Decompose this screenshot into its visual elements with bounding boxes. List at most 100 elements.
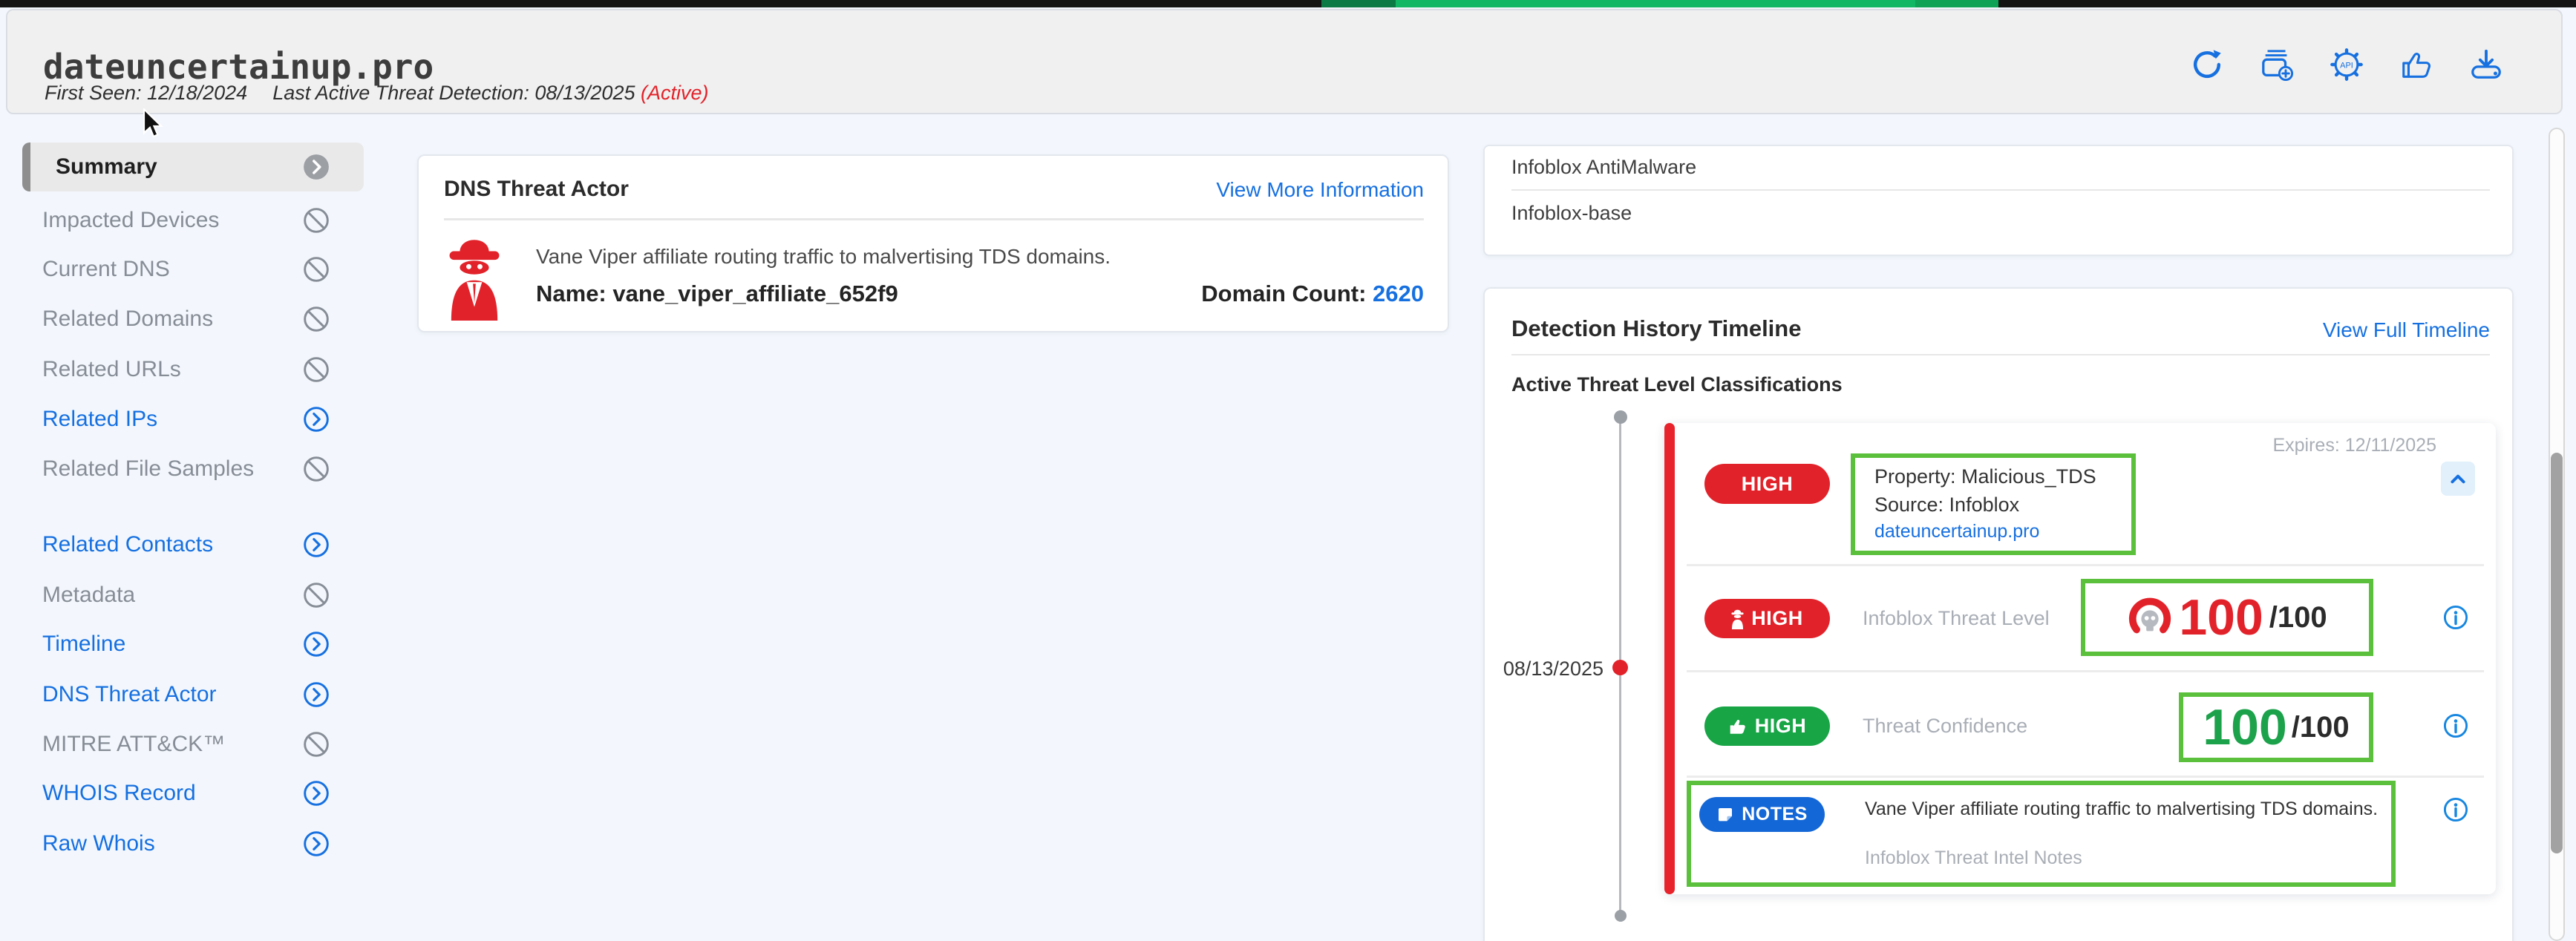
header-actions: API — [2190, 47, 2503, 82]
high-severity-badge: HIGH — [1704, 464, 1830, 504]
sidebar-item-impacted-devices: Impacted Devices — [22, 196, 364, 245]
detection-history-timeline-card: Detection History Timeline View Full Tim… — [1483, 287, 2514, 941]
vertical-scrollbar[interactable] — [2549, 128, 2565, 941]
thumbs-up-icon — [1728, 717, 1748, 736]
threat-actor-name: Name: vane_viper_affiliate_652f9 — [536, 281, 898, 307]
sidebar-item-related-file-samples: Related File Samples — [22, 445, 364, 494]
chevron-right-circle-icon — [302, 405, 330, 433]
dns-threat-actor-card: DNS Threat Actor View More Information V… — [417, 154, 1449, 332]
sidebar-item-timeline[interactable]: Timeline — [22, 620, 364, 669]
timeline-card-title: Detection History Timeline — [1511, 315, 1801, 342]
sidebar-item-raw-whois[interactable]: Raw Whois — [22, 819, 364, 868]
blocked-icon — [302, 305, 330, 333]
divider — [1511, 189, 2490, 191]
domain-header: dateuncertainup.pro First Seen: 12/18/20… — [6, 9, 2563, 114]
notes-text: Vane Viper affiliate routing traffic to … — [1865, 799, 2378, 820]
svg-text:API: API — [2340, 61, 2353, 70]
notes-badge: NOTES — [1699, 797, 1825, 832]
domain-count: Domain Count: 2620 — [1201, 281, 1424, 307]
scrollbar-thumb[interactable] — [2551, 453, 2563, 853]
notes-info-icon[interactable] — [2442, 796, 2469, 823]
domain-link[interactable]: dateuncertainup.pro — [1874, 521, 2131, 542]
sidebar-item-label: Current DNS — [42, 257, 170, 282]
note-icon — [1716, 806, 1734, 824]
sidebar-item-related-ips[interactable]: Related IPs — [22, 395, 364, 444]
property-highlight-box: Property: Malicious_TDS Source: Infoblox… — [1851, 453, 2136, 555]
sidebar-item-whois-record[interactable]: WHOIS Record — [22, 769, 364, 818]
sidebar-item-label: MITRE ATT&CK™ — [42, 732, 225, 757]
badge-label: HIGH — [1742, 473, 1794, 496]
sidebar-item-dns-threat-actor[interactable]: DNS Threat Actor — [22, 670, 364, 719]
sidebar-item-label: Raw Whois — [42, 831, 155, 856]
badge-label: NOTES — [1742, 804, 1808, 825]
add-to-collection-icon — [2260, 47, 2294, 82]
download-button[interactable] — [2469, 47, 2503, 82]
badge-label: HIGH — [1751, 607, 1803, 630]
divider — [1687, 564, 2484, 566]
first-seen-text: First Seen: 12/18/2024 — [45, 82, 247, 104]
skull-gauge-icon — [2127, 594, 2173, 640]
blocked-icon — [302, 206, 330, 235]
refresh-icon — [2190, 47, 2224, 82]
refresh-button[interactable] — [2190, 47, 2224, 82]
chevron-right-circle-icon — [302, 681, 330, 709]
threat-level-label: Infoblox Threat Level — [1863, 607, 2050, 630]
confidence-denominator: /100 — [2292, 711, 2350, 744]
sidebar-item-label: Related IPs — [42, 407, 157, 432]
domain-count-label: Domain Count: — [1201, 281, 1366, 306]
api-settings-button[interactable]: API — [2330, 47, 2364, 82]
domain-meta: First Seen: 12/18/2024Last Active Threat… — [45, 82, 709, 105]
timeline-start-dot — [1614, 410, 1627, 424]
sidebar-item-label: DNS Threat Actor — [42, 682, 217, 707]
sidebar-item-label: WHOIS Record — [42, 781, 196, 806]
divider — [1687, 776, 2484, 778]
view-full-timeline-link[interactable]: View Full Timeline — [2323, 318, 2490, 342]
badge-label: HIGH — [1755, 715, 1807, 738]
confidence-score-box: 100 /100 — [2179, 692, 2373, 762]
page-title: dateuncertainup.pro — [43, 47, 434, 87]
chevron-right-circle-icon — [302, 531, 330, 559]
threat-level-high-badge: HIGH — [1704, 599, 1830, 638]
confidence-label: Threat Confidence — [1863, 715, 2027, 738]
collapse-entry-button[interactable] — [2441, 462, 2475, 496]
blocked-icon — [302, 355, 330, 384]
confidence-info-icon[interactable] — [2442, 712, 2469, 739]
add-to-collection-button[interactable] — [2260, 47, 2294, 82]
sidebar-item-label: Summary — [56, 154, 157, 180]
sidebar-item-label: Impacted Devices — [42, 208, 219, 233]
sidebar-item-label: Related Domains — [42, 306, 213, 332]
threat-feeds-card: Infoblox AntiMalware Infoblox-base — [1483, 145, 2514, 256]
divider — [1687, 670, 2484, 672]
confidence-high-badge: HIGH — [1704, 706, 1830, 746]
chevron-right-circle-icon — [302, 779, 330, 807]
feedback-button[interactable] — [2399, 47, 2433, 82]
blocked-icon — [302, 581, 330, 609]
threat-level-score: 100 — [2179, 592, 2263, 643]
threat-level-info-icon[interactable] — [2442, 604, 2469, 631]
divider — [1511, 354, 2490, 355]
chevron-up-icon — [2445, 466, 2471, 491]
dns-card-title: DNS Threat Actor — [444, 177, 629, 202]
view-more-information-link[interactable]: View More Information — [1216, 178, 1424, 202]
active-status-flag: (Active) — [641, 82, 709, 104]
download-icon — [2469, 47, 2503, 82]
expires-label: Expires: 12/11/2025 — [2272, 435, 2436, 456]
theme-bar-segment — [1321, 0, 1396, 7]
sidebar-item-summary[interactable]: Summary — [22, 142, 364, 191]
threat-actor-description: Vane Viper affiliate routing traffic to … — [536, 245, 1111, 269]
sidebar-item-related-contacts[interactable]: Related Contacts — [22, 520, 364, 569]
name-value: vane_viper_affiliate_652f9 — [612, 281, 898, 306]
confidence-score: 100 — [2203, 702, 2286, 753]
divider — [444, 218, 1424, 220]
threat-level-denominator: /100 — [2269, 601, 2327, 635]
timeline-end-dot — [1615, 910, 1627, 922]
sidebar-item-mitre-attack: MITRE ATT&CK™ — [22, 720, 364, 769]
entry-severity-bar — [1664, 423, 1675, 894]
thumbs-up-icon — [2399, 47, 2433, 82]
spy-icon — [1731, 608, 1744, 629]
timeline-subtitle: Active Threat Level Classifications — [1511, 373, 1843, 396]
sidebar-item-label: Related File Samples — [42, 456, 254, 482]
domain-count-value[interactable]: 2620 — [1373, 281, 1424, 306]
name-label: Name: — [536, 281, 607, 306]
sidebar-item-current-dns: Current DNS — [22, 245, 364, 294]
